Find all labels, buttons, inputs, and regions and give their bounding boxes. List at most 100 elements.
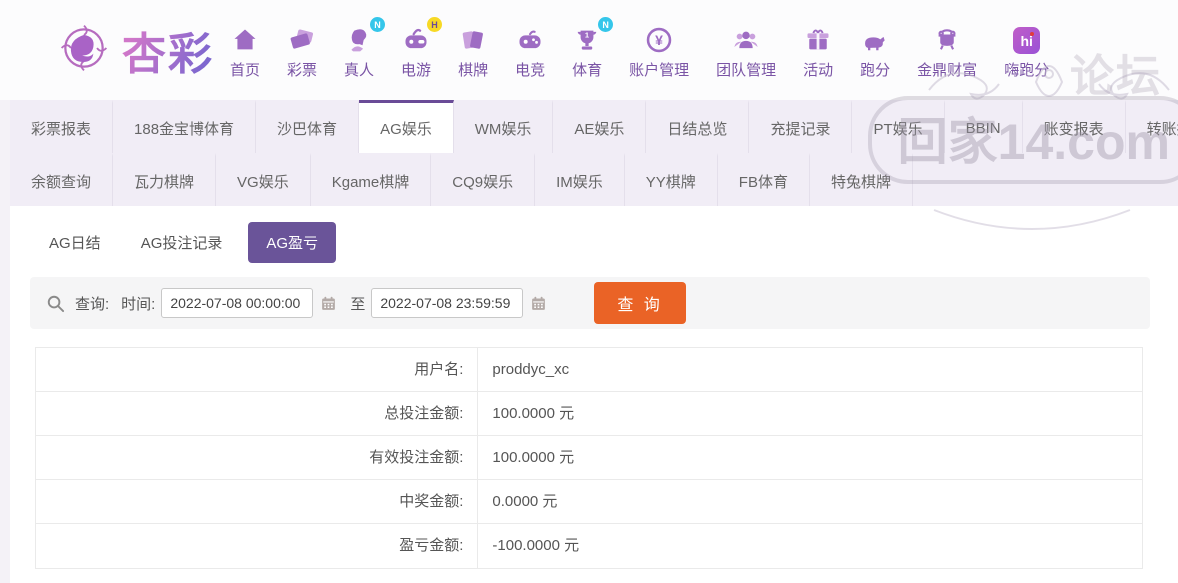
coin-yen-icon: ¥: [645, 24, 673, 54]
nav-item-esports[interactable]: 电竞: [515, 24, 545, 80]
row-label: 用户名:: [36, 348, 478, 391]
nav-label: 嗨跑分: [1004, 59, 1049, 80]
nav-item-hi-paofen[interactable]: hi 嗨跑分: [1004, 24, 1049, 80]
row-value: 0.0000 元: [478, 480, 557, 523]
hi-app-dot: [1030, 32, 1034, 36]
table-row-profit-amount: 盈亏金额: -100.0000 元: [36, 524, 1142, 568]
tab-account-change-report[interactable]: 账变报表: [1023, 100, 1126, 153]
row-value: proddyc_xc: [478, 348, 569, 391]
badge-n: N: [598, 17, 613, 32]
team-people-icon: [732, 24, 760, 54]
nav-label: 棋牌: [458, 59, 488, 80]
tab-saba-sports[interactable]: 沙巴体育: [256, 100, 359, 153]
nav-label: 真人: [344, 59, 374, 80]
nav-label: 账户管理: [629, 59, 689, 80]
tab-fb-sports[interactable]: FB体育: [718, 153, 810, 206]
subtab-ag-profit[interactable]: AG盈亏: [248, 222, 336, 263]
tab-vg-games[interactable]: VG娱乐: [216, 153, 311, 206]
table-row-username: 用户名: proddyc_xc: [36, 348, 1142, 392]
svg-text:1: 1: [585, 30, 589, 39]
to-label: 至: [350, 293, 365, 314]
end-time-input[interactable]: [371, 288, 523, 318]
tab-bbin[interactable]: BBIN: [945, 100, 1023, 153]
query-bar: 查询: 时间: 至 查 询: [30, 277, 1150, 329]
logo-text: 杏彩: [122, 18, 214, 82]
row-value: -100.0000 元: [478, 524, 579, 568]
nav-item-promotions[interactable]: 活动: [803, 24, 833, 80]
profit-detail-table: 用户名: proddyc_xc 总投注金额: 100.0000 元 有效投注金额…: [35, 347, 1143, 569]
subtab-ag-daily[interactable]: AG日结: [35, 222, 115, 263]
tab-cq9-games[interactable]: CQ9娱乐: [431, 153, 535, 206]
tab-lottery-report[interactable]: 彩票报表: [10, 100, 113, 153]
row-label: 总投注金额:: [36, 392, 478, 435]
nav-item-account-mgmt[interactable]: ¥ 账户管理: [629, 24, 689, 80]
gift-icon: [804, 24, 832, 54]
gamepad-icon: H: [402, 24, 430, 54]
table-row-valid-bet: 有效投注金额: 100.0000 元: [36, 436, 1142, 480]
report-tabs: 彩票报表 188金宝博体育 沙巴体育 AG娱乐 WM娱乐 AE娱乐 日结总览 充…: [10, 100, 1178, 206]
nav-item-live[interactable]: N 真人: [344, 24, 374, 80]
tab-tetu-cards[interactable]: 特兔棋牌: [810, 153, 913, 206]
nav-label: 团队管理: [716, 59, 776, 80]
trophy-icon: 1 N: [573, 24, 601, 54]
tab-row-2: 余额查询 瓦力棋牌 VG娱乐 Kgame棋牌 CQ9娱乐 IM娱乐 YY棋牌 F…: [10, 153, 1178, 206]
nav-item-home[interactable]: 首页: [230, 24, 260, 80]
ag-subtabs: AG日结 AG投注记录 AG盈亏: [35, 222, 1178, 263]
content-panel: AG日结 AG投注记录 AG盈亏 查询: 时间: 至 查 询 用户名: prod…: [10, 206, 1178, 583]
tab-balance-query[interactable]: 余额查询: [10, 153, 113, 206]
tab-im-games[interactable]: IM娱乐: [535, 153, 625, 206]
row-value: 100.0000 元: [478, 436, 574, 479]
nav-item-team-mgmt[interactable]: 团队管理: [716, 24, 776, 80]
nav-item-egames[interactable]: H 电游: [401, 24, 431, 80]
row-label: 有效投注金额:: [36, 436, 478, 479]
tab-ag-games[interactable]: AG娱乐: [359, 100, 454, 153]
tab-row-1: 彩票报表 188金宝博体育 沙巴体育 AG娱乐 WM娱乐 AE娱乐 日结总览 充…: [10, 100, 1178, 153]
esports-gamepad-icon: [516, 24, 544, 54]
nav-label: 金鼎财富: [917, 59, 977, 80]
tab-deposit-withdraw-records[interactable]: 充提记录: [749, 100, 852, 153]
cards-icon: [459, 24, 487, 54]
tab-yy-cards[interactable]: YY棋牌: [625, 153, 718, 206]
live-person-icon: N: [345, 24, 373, 54]
home-icon: [231, 24, 259, 54]
query-label: 查询:: [75, 293, 109, 314]
nav-label: 活动: [803, 59, 833, 80]
search-icon: [46, 294, 65, 313]
nav-item-sports[interactable]: 1 N 体育: [572, 24, 602, 80]
tab-transfer-report[interactable]: 转账报表: [1126, 100, 1178, 153]
row-label: 中奖金额:: [36, 480, 478, 523]
tab-wm-games[interactable]: WM娱乐: [454, 100, 554, 153]
nav-label: 首页: [230, 59, 260, 80]
tab-kgame-cards[interactable]: Kgame棋牌: [311, 153, 432, 206]
nav-item-jinding-wealth[interactable]: 金鼎财富: [917, 24, 977, 80]
nav-item-lottery[interactable]: 彩票: [287, 24, 317, 80]
tab-pt-games[interactable]: PT娱乐: [852, 100, 944, 153]
badge-h: H: [427, 17, 442, 32]
calendar-icon-end[interactable]: [530, 295, 547, 312]
nav-item-cards[interactable]: 棋牌: [458, 24, 488, 80]
tab-daily-summary[interactable]: 日结总览: [646, 100, 749, 153]
tab-ae-games[interactable]: AE娱乐: [553, 100, 646, 153]
nav-item-paofen[interactable]: 跑分: [860, 24, 890, 80]
rhino-icon: [860, 24, 890, 54]
start-time-input[interactable]: [161, 288, 313, 318]
hi-app-icon: hi: [1013, 24, 1040, 54]
nav-label: 电竞: [515, 59, 545, 80]
tripod-vessel-icon: [933, 24, 961, 54]
nav-label: 电游: [401, 59, 431, 80]
nav-label: 体育: [572, 59, 602, 80]
site-logo[interactable]: 杏彩: [56, 18, 214, 82]
time-label: 时间:: [121, 293, 155, 314]
tab-188-sports[interactable]: 188金宝博体育: [113, 100, 256, 153]
row-value: 100.0000 元: [478, 392, 574, 435]
row-label: 盈亏金额:: [36, 524, 478, 568]
tab-wali-cards[interactable]: 瓦力棋牌: [113, 153, 216, 206]
nav-label: 跑分: [860, 59, 890, 80]
nav-label: 彩票: [287, 59, 317, 80]
main-nav: 首页 彩票 N 真人 H 电游 棋牌: [230, 24, 1049, 80]
svg-text:¥: ¥: [655, 32, 663, 48]
subtab-ag-bet-records[interactable]: AG投注记录: [127, 222, 237, 263]
calendar-icon-start[interactable]: [320, 295, 337, 312]
logo-emblem-icon: [56, 20, 112, 81]
query-button[interactable]: 查 询: [594, 282, 685, 324]
